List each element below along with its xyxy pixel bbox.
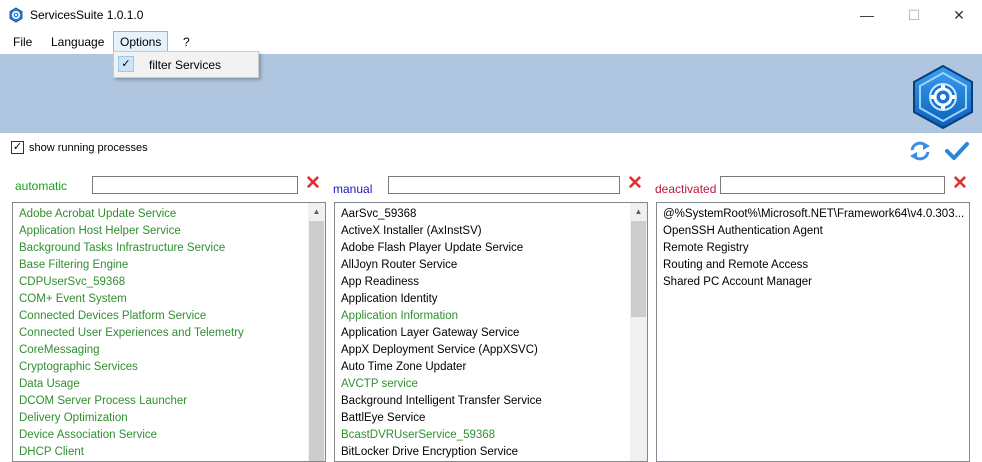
- manual-scrollbar[interactable]: ▲: [630, 203, 647, 461]
- menu-language[interactable]: Language: [45, 32, 110, 52]
- automatic-service-item[interactable]: CDPUserSvc_59368: [13, 274, 325, 291]
- manual-clear-icon[interactable]: ✕: [626, 174, 644, 194]
- show-running-checkbox[interactable]: ✓: [11, 141, 24, 154]
- deactivated-service-item[interactable]: Remote Registry: [657, 240, 969, 257]
- deactivated-services-list[interactable]: @%SystemRoot%\Microsoft.NET\Framework64\…: [656, 202, 970, 462]
- show-running-label: show running processes: [29, 142, 148, 154]
- scroll-up-icon[interactable]: ▲: [630, 203, 647, 220]
- automatic-clear-icon[interactable]: ✕: [304, 174, 322, 194]
- manual-service-item[interactable]: Application Layer Gateway Service: [335, 325, 647, 342]
- checkmark-icon[interactable]: [944, 140, 970, 162]
- automatic-services-list[interactable]: Adobe Acrobat Update Service Application …: [12, 202, 326, 462]
- automatic-service-item[interactable]: Data Usage: [13, 376, 325, 393]
- deactivated-filter-input[interactable]: [720, 176, 945, 194]
- deactivated-label: deactivated: [655, 182, 717, 196]
- menu-help[interactable]: ?: [177, 32, 196, 52]
- logo-gear-icon: [910, 64, 976, 130]
- automatic-service-item[interactable]: Adobe Acrobat Update Service: [13, 206, 325, 223]
- app-gear-icon: [8, 7, 24, 23]
- automatic-service-item[interactable]: DHCP Client: [13, 444, 325, 461]
- manual-service-item[interactable]: BcastDVRUserService_59368: [335, 427, 647, 444]
- manual-service-item[interactable]: AllJoyn Router Service: [335, 257, 647, 274]
- deactivated-clear-icon[interactable]: ✕: [951, 174, 969, 194]
- automatic-service-item[interactable]: Delivery Optimization: [13, 410, 325, 427]
- refresh-icon[interactable]: [908, 140, 932, 162]
- title-bar: [0, 0, 982, 30]
- automatic-service-item[interactable]: DCOM Server Process Launcher: [13, 393, 325, 410]
- maximize-button[interactable]: ☐: [891, 0, 937, 30]
- deactivated-service-item[interactable]: @%SystemRoot%\Microsoft.NET\Framework64\…: [657, 206, 969, 223]
- manual-service-item[interactable]: Application Identity: [335, 291, 647, 308]
- automatic-service-item[interactable]: Connected Devices Platform Service: [13, 308, 325, 325]
- window-title: ServicesSuite 1.0.1.0: [30, 8, 144, 22]
- manual-service-item[interactable]: Adobe Flash Player Update Service: [335, 240, 647, 257]
- manual-service-item[interactable]: AarSvc_59368: [335, 206, 647, 223]
- manual-service-item[interactable]: Auto Time Zone Updater: [335, 359, 647, 376]
- menu-file[interactable]: File: [7, 32, 38, 52]
- deactivated-service-item[interactable]: Routing and Remote Access: [657, 257, 969, 274]
- filter-services-menu-item[interactable]: filter Services: [149, 58, 221, 72]
- automatic-service-item[interactable]: Application Host Helper Service: [13, 223, 325, 240]
- deactivated-service-item[interactable]: Shared PC Account Manager: [657, 274, 969, 291]
- close-button[interactable]: ✕: [936, 0, 982, 30]
- scroll-thumb[interactable]: [631, 221, 646, 317]
- manual-service-item[interactable]: AVCTP service: [335, 376, 647, 393]
- manual-service-item[interactable]: Background Intelligent Transfer Service: [335, 393, 647, 410]
- automatic-service-item[interactable]: COM+ Event System: [13, 291, 325, 308]
- check-icon: ✓: [118, 56, 134, 72]
- scroll-thumb[interactable]: [309, 221, 324, 461]
- automatic-scrollbar[interactable]: ▲: [308, 203, 325, 461]
- automatic-service-item[interactable]: Device Association Service: [13, 427, 325, 444]
- manual-label: manual: [333, 182, 373, 196]
- manual-services-list[interactable]: AarSvc_59368 ActiveX Installer (AxInstSV)…: [334, 202, 648, 462]
- manual-service-item[interactable]: BitLocker Drive Encryption Service: [335, 444, 647, 461]
- automatic-service-item[interactable]: Connected User Experiences and Telemetry: [13, 325, 325, 342]
- automatic-filter-input[interactable]: [92, 176, 298, 194]
- automatic-service-item[interactable]: Base Filtering Engine: [13, 257, 325, 274]
- deactivated-service-item[interactable]: OpenSSH Authentication Agent: [657, 223, 969, 240]
- automatic-service-item[interactable]: Background Tasks Infrastructure Service: [13, 240, 325, 257]
- manual-service-item[interactable]: ActiveX Installer (AxInstSV): [335, 223, 647, 240]
- automatic-service-item[interactable]: Cryptographic Services: [13, 359, 325, 376]
- automatic-service-item[interactable]: CoreMessaging: [13, 342, 325, 359]
- menu-options[interactable]: Options: [113, 31, 169, 52]
- scroll-up-icon[interactable]: ▲: [308, 203, 325, 220]
- manual-service-item[interactable]: Application Information: [335, 308, 647, 325]
- minimize-button[interactable]: —: [844, 0, 890, 30]
- options-dropdown: ✓ filter Services: [113, 51, 259, 78]
- manual-service-item[interactable]: App Readiness: [335, 274, 647, 291]
- automatic-label: automatic: [15, 179, 68, 193]
- manual-service-item[interactable]: AppX Deployment Service (AppXSVC): [335, 342, 647, 359]
- manual-service-item[interactable]: BattlEye Service: [335, 410, 647, 427]
- manual-filter-input[interactable]: [388, 176, 620, 194]
